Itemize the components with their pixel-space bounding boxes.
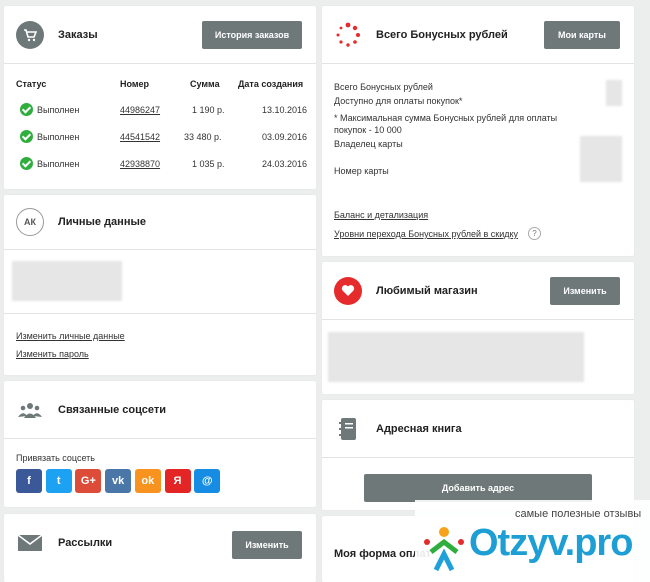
order-date: 03.09.2016 — [262, 132, 308, 142]
order-history-button[interactable]: История заказов — [202, 21, 302, 49]
personal-card: АК Личные данные Изменить личные данные … — [4, 195, 316, 375]
change-password-link[interactable]: Изменить пароль — [16, 349, 89, 359]
favorite-header: Любимый магазин Изменить — [322, 262, 634, 320]
address-title: Адресная книга — [376, 422, 462, 435]
table-row: Выполнен 44541542 33 480 р. 03.09.2016 — [4, 128, 316, 148]
check-icon — [20, 130, 33, 143]
notebook-icon — [334, 415, 362, 443]
facebook-button[interactable]: f — [16, 469, 42, 493]
orders-header: Заказы История заказов — [4, 6, 316, 64]
order-sum: 33 480 р. — [184, 132, 222, 142]
col-number: Номер — [120, 79, 150, 89]
col-date: Дата создания — [238, 79, 304, 89]
mailing-header: Рассылки Изменить — [4, 514, 316, 572]
col-status: Статус — [16, 79, 47, 89]
mailing-title: Рассылки — [58, 537, 113, 549]
card-owner-label: Владелец карты — [334, 139, 403, 149]
levels-link[interactable]: Уровни перехода Бонусных рублей в скидку — [334, 229, 518, 239]
order-date: 24.03.2016 — [262, 159, 308, 169]
watermark-logo-icon — [421, 522, 467, 574]
personal-title: Личные данные — [58, 216, 146, 228]
bonus-available-label: Доступно для оплаты покупок* — [334, 96, 463, 106]
bonus-max-note-2: покупок - 10 000 — [334, 125, 402, 135]
card-number-label: Номер карты — [334, 166, 389, 176]
address-header: Адресная книга — [322, 400, 634, 458]
bonus-total-label: Всего Бонусных рублей — [334, 82, 433, 92]
personal-header: АК Личные данные — [4, 195, 316, 250]
my-cards-button[interactable]: Мои карты — [544, 21, 620, 49]
bonus-title: Всего Бонусных рублей — [376, 28, 508, 41]
envelope-icon — [16, 529, 44, 557]
personal-data-blur — [12, 261, 122, 301]
check-icon — [20, 157, 33, 170]
favorite-title: Любимый магазин — [376, 284, 478, 297]
watermark-brand: Otzyv.pro — [469, 522, 633, 564]
bonus-max-note: * Максимальная сумма Бонусных рублей для… — [334, 113, 558, 123]
order-status: Выполнен — [37, 105, 80, 115]
orders-title: Заказы — [58, 28, 98, 41]
watermark: самые полезные отзывы Otzyv.pro — [415, 500, 650, 582]
address-card: Адресная книга Добавить адрес — [322, 400, 634, 510]
bonus-header: Всего Бонусных рублей Мои карты — [322, 6, 634, 64]
change-mailing-button[interactable]: Изменить — [232, 531, 302, 559]
mailing-card: Рассылки Изменить — [4, 514, 316, 582]
yandex-button[interactable]: Я — [164, 469, 191, 493]
watermark-tagline: самые полезные отзывы — [515, 508, 642, 520]
bind-social-label: Привязать соцсеть — [16, 453, 95, 463]
vk-button[interactable]: vk — [105, 469, 132, 493]
change-store-button[interactable]: Изменить — [550, 277, 620, 305]
cart-icon — [16, 20, 44, 49]
odnoklassniki-button[interactable]: ok — [134, 469, 161, 493]
order-status: Выполнен — [37, 132, 80, 142]
help-icon[interactable]: ? — [528, 227, 541, 240]
bonus-value-blur — [606, 80, 622, 106]
social-title: Связанные соцсети — [58, 403, 166, 416]
col-sum: Сумма — [190, 79, 220, 89]
add-address-button[interactable]: Добавить адрес — [364, 474, 592, 502]
card-owner-blur — [580, 136, 622, 182]
balance-link[interactable]: Баланс и детализация — [334, 210, 428, 220]
order-sum: 1 190 р. — [192, 105, 225, 115]
social-header: Связанные соцсети — [4, 381, 316, 439]
store-address-blur — [328, 332, 584, 382]
twitter-button[interactable]: t — [45, 469, 72, 493]
people-icon — [16, 396, 44, 424]
order-number-link[interactable]: 44541542 — [120, 132, 160, 142]
edit-personal-link[interactable]: Изменить личные данные — [16, 331, 125, 341]
table-row: Выполнен 42938870 1 035 р. 24.03.2016 — [4, 155, 316, 175]
bonus-spinner-icon — [334, 21, 362, 49]
mailru-button[interactable]: @ — [194, 469, 221, 493]
order-sum: 1 035 р. — [192, 159, 225, 169]
order-number-link[interactable]: 42938870 — [120, 159, 160, 169]
avatar: АК — [16, 208, 44, 236]
order-number-link[interactable]: 44986247 — [120, 105, 160, 115]
heart-icon — [334, 276, 362, 305]
order-status: Выполнен — [37, 159, 80, 169]
bonus-card: Всего Бонусных рублей Мои карты Всего Бо… — [322, 6, 634, 256]
order-date: 13.10.2016 — [262, 105, 308, 115]
check-icon — [20, 103, 33, 116]
table-row: Выполнен 44986247 1 190 р. 13.10.2016 — [4, 101, 316, 121]
favorite-store-card: Любимый магазин Изменить — [322, 262, 634, 394]
orders-card: Заказы История заказов Статус Номер Сумм… — [4, 6, 316, 189]
google-plus-button[interactable]: G+ — [75, 469, 102, 493]
